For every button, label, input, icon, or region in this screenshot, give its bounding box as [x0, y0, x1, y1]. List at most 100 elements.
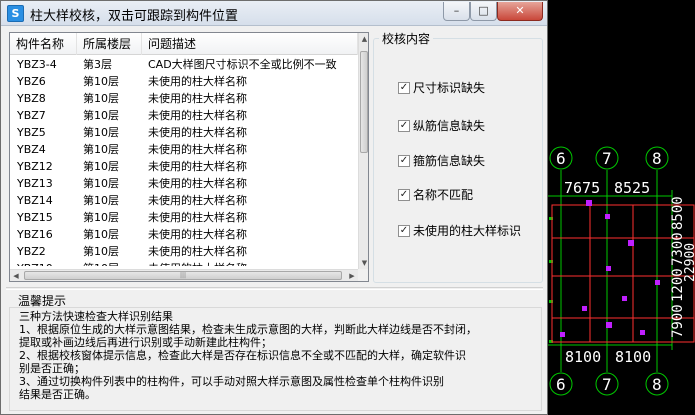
dim-text-top-2: 8525 — [614, 179, 650, 197]
cell-description: 未使用的柱大样名称 — [148, 92, 247, 105]
cell-description: 未使用的柱大样名称 — [148, 228, 247, 241]
cell-floor: 第10层 — [83, 211, 119, 224]
cell-floor: 第10层 — [83, 177, 119, 190]
column-member — [586, 200, 592, 206]
check-mark-icon[interactable]: ✓ — [398, 189, 410, 201]
column-header-floor[interactable]: 所属楼层 — [77, 33, 142, 55]
tip-line: 3、通过切换构件列表中的柱构件，可以手动对照大样示意图及属性检查单个柱构件识别 — [19, 375, 444, 388]
axis-label-6-bottom: 6 — [556, 375, 566, 394]
cell-description: 未使用的柱大样名称 — [148, 109, 247, 122]
table-row[interactable]: YBZ6 第10层 未使用的柱大样名称 — [10, 73, 358, 90]
column-member — [582, 306, 587, 311]
list-header: 构件名称 所属楼层 问题描述 — [10, 33, 358, 55]
cell-description: 未使用的柱大样名称 — [148, 260, 358, 266]
axis-label-8-bottom: 8 — [652, 375, 662, 394]
table-row[interactable]: YBZ5 第10层 未使用的柱大样名称 — [10, 124, 358, 141]
cell-floor: 第3层 — [83, 58, 112, 71]
table-row[interactable]: YBZ3-4 第3层 CAD大样图尺寸标识不全或比例不一致 — [10, 56, 358, 73]
scroll-left-arrow-icon[interactable]: ◀ — [10, 270, 22, 281]
cell-component-name: YBZ15 — [17, 211, 53, 224]
cell-component-name: YBZ13 — [17, 177, 53, 190]
table-row[interactable]: YBZ14 第10层 未使用的柱大样名称 — [10, 192, 358, 209]
column-member — [655, 280, 660, 285]
checkbox-label: 未使用的柱大样标识 — [413, 224, 522, 238]
tip-line: 提取或补画边线后再进行识别或手动新建此柱构件； — [19, 336, 272, 349]
axis-label-7-bottom: 7 — [602, 375, 612, 394]
check-mark-icon[interactable]: ✓ — [398, 82, 410, 94]
title-bar[interactable]: S 柱大样校核，双击可跟踪到构件位置 – □ ✕ — [1, 1, 547, 26]
cell-description: 未使用的柱大样名称 — [148, 143, 247, 156]
table-row[interactable]: YBZ13 第10层 未使用的柱大样名称 — [10, 175, 358, 192]
column-header-description[interactable]: 问题描述 — [142, 33, 358, 55]
vertical-scroll-thumb[interactable] — [360, 51, 368, 153]
checkbox-label: 箍筋信息缺失 — [413, 154, 486, 168]
dim-text-bottom-2: 8100 — [615, 348, 651, 366]
cell-description: 未使用的柱大样名称 — [148, 211, 247, 224]
scroll-right-arrow-icon[interactable]: ▶ — [346, 270, 358, 281]
cell-component-name: YBZ12 — [17, 160, 53, 173]
cell-description: 未使用的柱大样名称 — [148, 177, 247, 190]
dim-text-vertical-total: 22900 — [683, 243, 695, 282]
check-content-title: 校核内容 — [379, 30, 434, 47]
tip-line: 别是否正确； — [19, 362, 85, 375]
cell-component-name: YBZ4 — [17, 143, 46, 156]
column-header-component-name[interactable]: 构件名称 — [10, 33, 77, 55]
scroll-corner — [358, 269, 368, 281]
table-row[interactable]: YBZ7 第10层 未使用的柱大样名称 — [10, 107, 358, 124]
dim-text-top-1: 7675 — [564, 179, 600, 197]
cell-component-name: YBZ5 — [17, 126, 46, 139]
cell-floor: 第10层 — [83, 245, 119, 258]
dim-text-vertical-4: 8500 — [670, 196, 686, 230]
column-member — [628, 240, 634, 246]
cell-component-name: YBZ8 — [17, 92, 46, 105]
cell-floor: 第10层 — [83, 75, 119, 88]
check-mark-icon[interactable]: ✓ — [398, 155, 410, 167]
tip-line: 结果是否正确。 — [19, 388, 96, 401]
cell-floor: 第10层 — [83, 143, 119, 156]
cell-floor: 第10层 — [83, 194, 119, 207]
check-mark-icon[interactable]: ✓ — [398, 225, 410, 237]
cell-description: 未使用的柱大样名称 — [148, 160, 247, 173]
table-row[interactable]: YBZ12 第10层 未使用的柱大样名称 — [10, 158, 358, 175]
tip-line: 1、根据原位生成的大样示意图结果，检查未生成示意图的大样，判断此大样边线是否不封… — [19, 323, 477, 336]
checkbox-label: 名称不匹配 — [413, 188, 474, 202]
axis-label-7-top: 7 — [602, 149, 612, 168]
dim-text-vertical-1: 7900 — [670, 304, 686, 338]
table-row[interactable]: YBZ2 第10层 未使用的柱大样名称 — [10, 243, 358, 260]
column-member — [606, 322, 612, 328]
scroll-down-arrow-icon[interactable]: ▼ — [359, 257, 368, 269]
horizontal-scroll-thumb[interactable]: ||| — [24, 271, 342, 280]
cell-description: 未使用的柱大样名称 — [148, 194, 247, 207]
column-member — [622, 296, 627, 301]
cell-component-name: YBZ3-4 — [17, 58, 57, 71]
panel-splitter[interactable] — [6, 287, 543, 290]
table-row[interactable]: YBZ16 第10层 未使用的柱大样名称 — [10, 226, 358, 243]
cell-component-name: YBZ2 — [17, 245, 46, 258]
column-detail-check-dialog: S 柱大样校核，双击可跟踪到构件位置 – □ ✕ 构件名称 所属楼层 问题描述 … — [0, 0, 548, 415]
table-row[interactable]: YBZ8 第10层 未使用的柱大样名称 — [10, 90, 358, 107]
app-logo-icon: S — [7, 5, 24, 22]
scroll-up-arrow-icon[interactable]: ▲ — [359, 33, 368, 45]
cell-floor: 第10层 — [83, 92, 119, 105]
maximize-button[interactable]: □ — [470, 2, 497, 21]
minimize-button[interactable]: – — [443, 2, 470, 21]
vertical-scrollbar[interactable]: ▲ ▼ — [358, 33, 368, 269]
cell-description: CAD大样图尺寸标识不全或比例不一致 — [148, 58, 337, 71]
table-row[interactable]: YBZ4 第10层 未使用的柱大样名称 — [10, 141, 358, 158]
close-button[interactable]: ✕ — [497, 2, 543, 21]
cell-description: 未使用的柱大样名称 — [148, 126, 247, 139]
tip-line: 三种方法快速检查大样识别结果 — [19, 310, 173, 323]
cell-component-name: YBZ6 — [17, 75, 46, 88]
horizontal-scrollbar[interactable]: ◀ ||| ▶ — [10, 269, 358, 281]
check-mark-icon[interactable]: ✓ — [398, 120, 410, 132]
table-row[interactable]: YBZ15 第10层 未使用的柱大样名称 — [10, 209, 358, 226]
dim-text-bottom-1: 8100 — [565, 348, 601, 366]
table-row[interactable]: YBZ10 第10层未使用的柱大样名称 — [10, 260, 358, 266]
axis-label-8-top: 8 — [652, 149, 662, 168]
checkbox-label: 尺寸标识缺失 — [413, 81, 486, 95]
column-member — [605, 214, 610, 219]
tip-line: 2、根据校核窗体提示信息，检查此大样是否存在标识信息不全或不匹配的大样，确定软件… — [19, 349, 466, 362]
column-member — [640, 330, 645, 335]
issue-list[interactable]: 构件名称 所属楼层 问题描述 YBZ3-4 第3层 CAD大样图尺寸标识不全或比例不… — [9, 32, 369, 282]
cell-floor: 第10层 — [83, 260, 143, 266]
